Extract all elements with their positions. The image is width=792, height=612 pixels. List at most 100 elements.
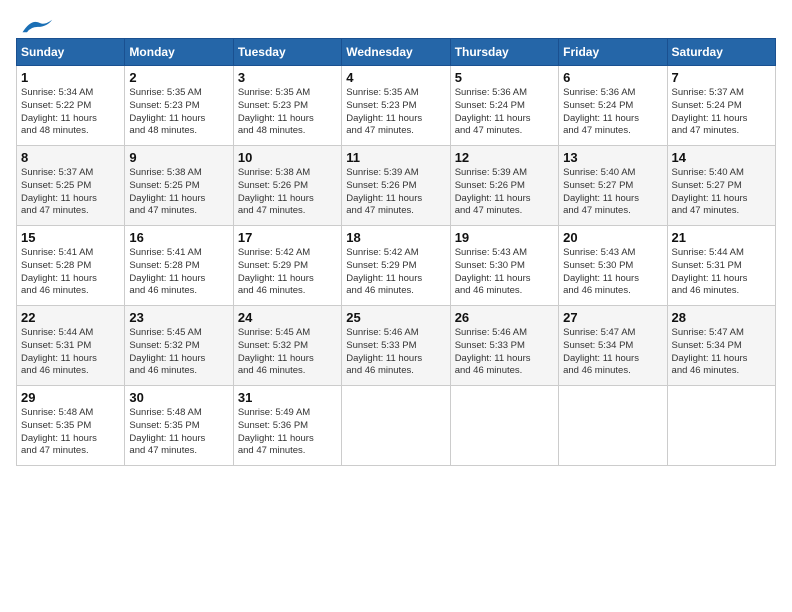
- day-number: 14: [672, 150, 771, 165]
- day-number: 9: [129, 150, 228, 165]
- col-header-tuesday: Tuesday: [233, 39, 341, 66]
- day-detail: Sunrise: 5:38 AM Sunset: 5:26 PM Dayligh…: [238, 167, 337, 218]
- day-detail: Sunrise: 5:36 AM Sunset: 5:24 PM Dayligh…: [563, 87, 662, 138]
- day-number: 8: [21, 150, 120, 165]
- calendar-week-4: 22 Sunrise: 5:44 AM Sunset: 5:31 PM Dayli…: [17, 306, 776, 386]
- day-number: 2: [129, 70, 228, 85]
- day-detail: Sunrise: 5:35 AM Sunset: 5:23 PM Dayligh…: [346, 87, 445, 138]
- day-number: 4: [346, 70, 445, 85]
- day-detail: Sunrise: 5:39 AM Sunset: 5:26 PM Dayligh…: [346, 167, 445, 218]
- calendar-cell: 9 Sunrise: 5:38 AM Sunset: 5:25 PM Daylig…: [125, 146, 233, 226]
- calendar-cell: 30 Sunrise: 5:48 AM Sunset: 5:35 PM Dayli…: [125, 386, 233, 466]
- day-detail: Sunrise: 5:34 AM Sunset: 5:22 PM Dayligh…: [21, 87, 120, 138]
- calendar-cell: 5Sunrise: 5:36 AM Sunset: 5:24 PM Daylig…: [450, 66, 558, 146]
- day-detail: Sunrise: 5:48 AM Sunset: 5:35 PM Dayligh…: [129, 407, 228, 458]
- day-detail: Sunrise: 5:44 AM Sunset: 5:31 PM Dayligh…: [672, 247, 771, 298]
- calendar-week-3: 15 Sunrise: 5:41 AM Sunset: 5:28 PM Dayli…: [17, 226, 776, 306]
- calendar-cell: 1 Sunrise: 5:34 AM Sunset: 5:22 PM Daylig…: [17, 66, 125, 146]
- day-detail: Sunrise: 5:45 AM Sunset: 5:32 PM Dayligh…: [129, 327, 228, 378]
- day-detail: Sunrise: 5:45 AM Sunset: 5:32 PM Dayligh…: [238, 327, 337, 378]
- calendar-cell: 20Sunrise: 5:43 AM Sunset: 5:30 PM Dayli…: [559, 226, 667, 306]
- calendar-cell: [559, 386, 667, 466]
- calendar-cell: [450, 386, 558, 466]
- day-detail: Sunrise: 5:41 AM Sunset: 5:28 PM Dayligh…: [129, 247, 228, 298]
- col-header-friday: Friday: [559, 39, 667, 66]
- day-number: 30: [129, 390, 228, 405]
- calendar-cell: 25 Sunrise: 5:46 AM Sunset: 5:33 PM Dayli…: [342, 306, 450, 386]
- calendar-cell: 27Sunrise: 5:47 AM Sunset: 5:34 PM Dayli…: [559, 306, 667, 386]
- calendar-cell: [667, 386, 775, 466]
- calendar-cell: 31Sunrise: 5:49 AM Sunset: 5:36 PM Dayli…: [233, 386, 341, 466]
- col-header-thursday: Thursday: [450, 39, 558, 66]
- calendar-week-1: 1 Sunrise: 5:34 AM Sunset: 5:22 PM Daylig…: [17, 66, 776, 146]
- day-number: 10: [238, 150, 337, 165]
- calendar-cell: 11 Sunrise: 5:39 AM Sunset: 5:26 PM Dayli…: [342, 146, 450, 226]
- calendar-cell: 19 Sunrise: 5:43 AM Sunset: 5:30 PM Dayli…: [450, 226, 558, 306]
- calendar-week-5: 29 Sunrise: 5:48 AM Sunset: 5:35 PM Dayli…: [17, 386, 776, 466]
- calendar-cell: 24Sunrise: 5:45 AM Sunset: 5:32 PM Dayli…: [233, 306, 341, 386]
- calendar-cell: 8 Sunrise: 5:37 AM Sunset: 5:25 PM Daylig…: [17, 146, 125, 226]
- day-detail: Sunrise: 5:42 AM Sunset: 5:29 PM Dayligh…: [238, 247, 337, 298]
- calendar-cell: 14 Sunrise: 5:40 AM Sunset: 5:27 PM Dayli…: [667, 146, 775, 226]
- day-number: 18: [346, 230, 445, 245]
- calendar-cell: 29Sunrise: 5:48 AM Sunset: 5:35 PM Dayli…: [17, 386, 125, 466]
- col-header-monday: Monday: [125, 39, 233, 66]
- calendar-cell: 18 Sunrise: 5:42 AM Sunset: 5:29 PM Dayli…: [342, 226, 450, 306]
- logo: [16, 16, 54, 30]
- calendar-cell: 6Sunrise: 5:36 AM Sunset: 5:24 PM Daylig…: [559, 66, 667, 146]
- day-detail: Sunrise: 5:35 AM Sunset: 5:23 PM Dayligh…: [238, 87, 337, 138]
- day-detail: Sunrise: 5:36 AM Sunset: 5:24 PM Dayligh…: [455, 87, 554, 138]
- day-number: 17: [238, 230, 337, 245]
- calendar-cell: 16 Sunrise: 5:41 AM Sunset: 5:28 PM Dayli…: [125, 226, 233, 306]
- day-detail: Sunrise: 5:49 AM Sunset: 5:36 PM Dayligh…: [238, 407, 337, 458]
- day-detail: Sunrise: 5:38 AM Sunset: 5:25 PM Dayligh…: [129, 167, 228, 218]
- day-number: 3: [238, 70, 337, 85]
- day-number: 22: [21, 310, 120, 325]
- calendar-cell: 13Sunrise: 5:40 AM Sunset: 5:27 PM Dayli…: [559, 146, 667, 226]
- calendar-cell: 10 Sunrise: 5:38 AM Sunset: 5:26 PM Dayli…: [233, 146, 341, 226]
- day-detail: Sunrise: 5:37 AM Sunset: 5:25 PM Dayligh…: [21, 167, 120, 218]
- calendar-cell: 2Sunrise: 5:35 AM Sunset: 5:23 PM Daylig…: [125, 66, 233, 146]
- day-number: 7: [672, 70, 771, 85]
- calendar-cell: 3 Sunrise: 5:35 AM Sunset: 5:23 PM Daylig…: [233, 66, 341, 146]
- col-header-wednesday: Wednesday: [342, 39, 450, 66]
- calendar-cell: 12 Sunrise: 5:39 AM Sunset: 5:26 PM Dayli…: [450, 146, 558, 226]
- day-number: 21: [672, 230, 771, 245]
- page-header: [16, 16, 776, 30]
- day-number: 20: [563, 230, 662, 245]
- calendar-cell: 15 Sunrise: 5:41 AM Sunset: 5:28 PM Dayli…: [17, 226, 125, 306]
- day-number: 15: [21, 230, 120, 245]
- calendar-table: SundayMondayTuesdayWednesdayThursdayFrid…: [16, 38, 776, 466]
- day-detail: Sunrise: 5:46 AM Sunset: 5:33 PM Dayligh…: [455, 327, 554, 378]
- day-detail: Sunrise: 5:43 AM Sunset: 5:30 PM Dayligh…: [455, 247, 554, 298]
- col-header-sunday: Sunday: [17, 39, 125, 66]
- calendar-cell: 4 Sunrise: 5:35 AM Sunset: 5:23 PM Daylig…: [342, 66, 450, 146]
- day-number: 23: [129, 310, 228, 325]
- calendar-cell: 28Sunrise: 5:47 AM Sunset: 5:34 PM Dayli…: [667, 306, 775, 386]
- day-number: 1: [21, 70, 120, 85]
- calendar-cell: 26 Sunrise: 5:46 AM Sunset: 5:33 PM Dayli…: [450, 306, 558, 386]
- day-number: 16: [129, 230, 228, 245]
- day-detail: Sunrise: 5:40 AM Sunset: 5:27 PM Dayligh…: [672, 167, 771, 218]
- day-number: 11: [346, 150, 445, 165]
- day-number: 19: [455, 230, 554, 245]
- calendar-cell: 23 Sunrise: 5:45 AM Sunset: 5:32 PM Dayli…: [125, 306, 233, 386]
- day-detail: Sunrise: 5:39 AM Sunset: 5:26 PM Dayligh…: [455, 167, 554, 218]
- day-detail: Sunrise: 5:41 AM Sunset: 5:28 PM Dayligh…: [21, 247, 120, 298]
- calendar-cell: 7 Sunrise: 5:37 AM Sunset: 5:24 PM Daylig…: [667, 66, 775, 146]
- calendar-cell: 17 Sunrise: 5:42 AM Sunset: 5:29 PM Dayli…: [233, 226, 341, 306]
- logo-bird-icon: [18, 16, 54, 36]
- day-detail: Sunrise: 5:46 AM Sunset: 5:33 PM Dayligh…: [346, 327, 445, 378]
- day-number: 25: [346, 310, 445, 325]
- day-detail: Sunrise: 5:37 AM Sunset: 5:24 PM Dayligh…: [672, 87, 771, 138]
- day-number: 27: [563, 310, 662, 325]
- calendar-cell: 22 Sunrise: 5:44 AM Sunset: 5:31 PM Dayli…: [17, 306, 125, 386]
- calendar-cell: 21 Sunrise: 5:44 AM Sunset: 5:31 PM Dayli…: [667, 226, 775, 306]
- header-row: SundayMondayTuesdayWednesdayThursdayFrid…: [17, 39, 776, 66]
- day-detail: Sunrise: 5:44 AM Sunset: 5:31 PM Dayligh…: [21, 327, 120, 378]
- day-number: 26: [455, 310, 554, 325]
- day-detail: Sunrise: 5:42 AM Sunset: 5:29 PM Dayligh…: [346, 247, 445, 298]
- day-number: 13: [563, 150, 662, 165]
- day-number: 29: [21, 390, 120, 405]
- day-number: 12: [455, 150, 554, 165]
